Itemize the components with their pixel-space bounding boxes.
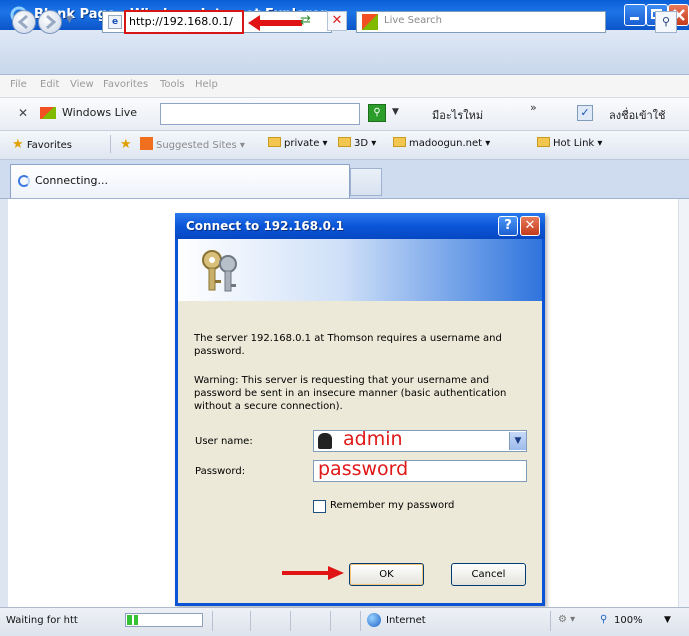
zoom-icon[interactable]: ⚲ [600,614,607,625]
username-label: User name: [195,436,253,447]
divider [360,611,361,631]
password-value[interactable]: password [318,458,408,480]
favorite-madoogun-folder[interactable]: madoogun.net ▾ [393,137,490,149]
refresh-icon[interactable]: ⇄ [300,13,311,28]
remember-password-label[interactable]: Remember my password [330,500,454,511]
windows-live-search-button[interactable]: ⚲ [368,104,386,122]
menu-tools[interactable]: Tools [160,79,185,90]
menu-favorites[interactable]: Favorites [103,79,148,90]
dialog-close-button[interactable]: ✕ [520,216,540,236]
dialog-message: The server 192.168.0.1 at Thomson requir… [194,333,502,357]
dialog-warning: Warning: This server is requesting that … [194,375,507,412]
vertical-scrollbar[interactable] [678,199,689,607]
red-arrow-annotation-icon [282,566,344,580]
divider [250,611,251,631]
sign-in-link[interactable]: ลงชื่อเข้าใช้ [609,106,665,124]
security-zone[interactable]: Internet [386,615,426,626]
help-button[interactable]: ? [498,216,518,236]
favorites-label: Favorites [26,140,73,151]
divider [110,135,111,153]
divider [550,611,551,631]
globe-icon [367,613,381,627]
minimize-icon [630,17,639,20]
magnifier-icon: ⚲ [661,15,671,28]
left-border [0,199,8,607]
folder-icon [537,137,550,147]
stop-button[interactable]: ✕ [327,11,347,31]
minimize-button[interactable] [624,4,646,26]
tab-label: Connecting... [35,174,108,187]
divider [212,611,213,631]
close-toolbar-icon[interactable]: ✕ [18,106,28,120]
user-account-icon [318,433,332,449]
status-bar [0,607,689,636]
chevron-down-icon[interactable]: ▼ [664,615,671,625]
favorites-button[interactable]: ★ Favorites [12,137,72,152]
menu-file[interactable]: File [10,79,27,90]
suggested-sites-icon [140,137,153,150]
more-chevron-icon[interactable]: » [530,101,537,114]
folder-icon [393,137,406,147]
keys-icon [202,250,237,292]
windows-live-label[interactable]: Windows Live [62,106,137,119]
chevron-down-icon: ▼ [514,436,522,446]
favorite-private-folder[interactable]: private ▾ [268,137,328,149]
divider [330,611,331,631]
new-tab-button[interactable] [350,168,382,196]
windows-live-search-input[interactable] [160,103,360,125]
page-icon: e [108,15,122,29]
username-dropdown-button[interactable]: ▼ [509,432,526,450]
loading-spinner-icon [18,175,30,187]
navigation-bar [0,30,689,75]
forward-arrow-icon [46,14,57,30]
stop-icon: ✕ [331,13,343,28]
add-favorite-icon[interactable]: ★ [120,137,132,152]
progress-fill [127,615,138,625]
star-icon: ★ [12,137,24,152]
favorite-3d-folder[interactable]: 3D ▾ [338,137,376,149]
windows-live-logo-icon [40,107,56,119]
password-label: Password: [195,466,246,477]
status-text: Waiting for htt [6,615,78,626]
chevron-down-icon[interactable]: ▼ [392,107,399,117]
folder-icon [338,137,351,147]
back-arrow-icon [17,14,28,30]
address-url[interactable]: http://192.168.0.1/ [129,15,233,28]
menu-view[interactable]: View [70,79,94,90]
whats-new-link[interactable]: มีอะไรใหม่ [432,106,483,124]
favorite-hotlink-folder[interactable]: Hot Link ▾ [537,137,602,149]
username-value[interactable]: admin [343,428,403,450]
remember-password-checkbox[interactable] [313,500,326,513]
dialog-title: Connect to 192.168.0.1 [186,219,344,233]
recent-pages-dropdown-icon[interactable]: ▼ [66,15,73,25]
search-icon: ⚲ [373,107,381,118]
close-icon: ✕ [524,218,536,233]
menu-help[interactable]: Help [195,79,218,90]
ok-button[interactable]: OK [349,563,424,586]
back-button[interactable] [12,10,36,34]
folder-icon [268,137,281,147]
cancel-button[interactable]: Cancel [451,563,526,586]
protected-mode-icon[interactable]: ⚙ ▾ [558,614,575,625]
question-icon: ? [504,218,512,233]
favorite-suggested-sites[interactable]: Suggested Sites ▾ [140,137,245,151]
zoom-level[interactable]: 100% [614,615,643,626]
search-placeholder: Live Search [384,15,442,26]
menu-edit[interactable]: Edit [40,79,59,90]
search-button[interactable]: ⚲ [655,11,677,33]
checkbox-icon[interactable]: ✓ [577,105,593,121]
forward-button[interactable] [38,10,62,34]
live-search-logo-icon [362,14,378,30]
divider [290,611,291,631]
